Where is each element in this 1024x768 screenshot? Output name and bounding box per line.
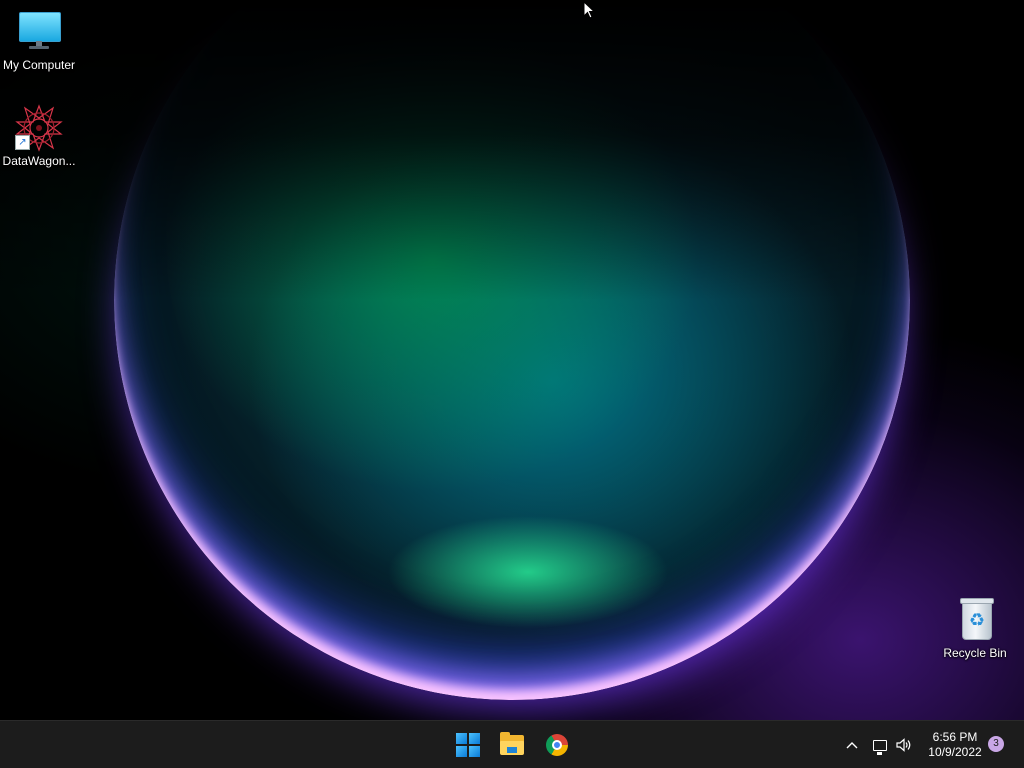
desktop-icon-my-computer[interactable]: My Computer xyxy=(1,8,77,72)
datawagon-app-icon: ↗ xyxy=(15,104,63,152)
show-hidden-icons-button[interactable] xyxy=(842,733,862,757)
chrome-icon xyxy=(546,734,568,756)
folder-icon xyxy=(500,732,524,755)
network-button[interactable] xyxy=(870,733,890,757)
monitor-icon xyxy=(15,8,63,56)
chevron-up-icon xyxy=(846,742,858,749)
desktop-icon-label: Recycle Bin xyxy=(943,646,1007,660)
speaker-icon xyxy=(896,738,911,752)
desktop-icon-label: My Computer xyxy=(2,58,76,72)
file-explorer-button[interactable] xyxy=(492,725,532,765)
notification-badge[interactable]: 3 xyxy=(988,736,1004,752)
desktop-icon-datawagon[interactable]: ↗ DataWagon... xyxy=(1,104,77,168)
desktop-wallpaper xyxy=(0,0,1024,720)
desktop-icon-label: DataWagon... xyxy=(2,154,76,168)
taskbar: 6:56 PM 10/9/2022 xyxy=(0,720,1024,768)
mouse-cursor-icon xyxy=(583,1,595,19)
recycle-bin-icon: ♻ xyxy=(951,596,999,644)
start-button[interactable] xyxy=(448,725,488,765)
windows-logo-icon xyxy=(456,733,480,757)
clock-date: 10/9/2022 xyxy=(928,745,982,759)
clock-button[interactable]: 6:56 PM 10/9/2022 xyxy=(918,730,992,760)
desktop-icon-recycle-bin[interactable]: ♻ Recycle Bin xyxy=(937,596,1013,660)
clock-time: 6:56 PM xyxy=(932,730,978,744)
network-icon xyxy=(873,739,887,755)
chrome-button[interactable] xyxy=(537,725,577,765)
volume-button[interactable] xyxy=(894,733,914,757)
shortcut-arrow-icon: ↗ xyxy=(15,135,30,150)
